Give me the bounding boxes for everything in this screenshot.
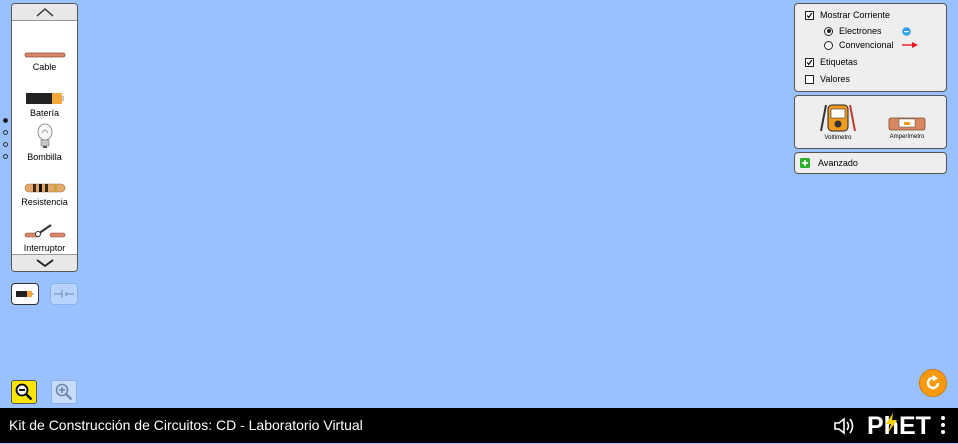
voltmeter-tool[interactable]: Voltímetro: [813, 101, 863, 141]
carousel-down-button[interactable]: [12, 254, 77, 271]
values-row[interactable]: Valores: [805, 74, 850, 84]
page-dot[interactable]: [3, 118, 8, 123]
labels-checkbox[interactable]: [805, 57, 814, 67]
speaker-icon: [834, 417, 854, 435]
sound-toggle-button[interactable]: [833, 417, 857, 440]
sim-title: Kit de Construcción de Circuitos: CD - L…: [9, 417, 363, 433]
labels-row[interactable]: Etiquetas: [805, 57, 858, 67]
electron-icon: [901, 26, 911, 36]
lightbulb-icon: [37, 123, 52, 148]
wire-icon: [24, 52, 65, 58]
show-current-row[interactable]: Mostrar Corriente: [805, 10, 890, 20]
switch-icon: [24, 224, 65, 238]
lifelike-view-button[interactable]: [11, 283, 39, 305]
advanced-panel[interactable]: Avanzado: [794, 152, 947, 174]
schematic-battery-icon: [54, 290, 74, 298]
phet-menu-button[interactable]: [938, 416, 948, 437]
menu-dot: [941, 423, 945, 427]
carousel-up-button[interactable]: [12, 4, 77, 21]
show-current-checkbox[interactable]: [805, 10, 814, 20]
page-dot[interactable]: [3, 154, 8, 159]
component-carousel: Cable Batería Bombilla Resistencia Inter…: [11, 3, 78, 272]
phet-logo-icon: PhET: [867, 412, 931, 440]
conventional-label: Convencional: [839, 40, 894, 50]
resistor-icon: [24, 183, 65, 193]
values-checkbox[interactable]: [805, 74, 814, 84]
ammeter-label: Amperímetro: [889, 134, 925, 140]
ammeter-icon: [888, 117, 926, 131]
red-arrow-icon: [901, 42, 918, 48]
schematic-view-button[interactable]: [50, 283, 78, 305]
sensor-tools-panel: Voltímetro Amperímetro: [794, 95, 947, 149]
battery-icon: [16, 291, 34, 297]
electrons-radio[interactable]: [824, 26, 833, 36]
zoom-in-icon: [55, 383, 73, 401]
phet-logo-button[interactable]: PhET: [866, 411, 934, 444]
voltmeter-icon: [820, 104, 856, 132]
zoom-out-button[interactable]: [11, 380, 37, 404]
carousel-item-switch[interactable]: Interruptor: [12, 209, 77, 253]
advanced-toggle[interactable]: Avanzado: [800, 158, 858, 168]
carousel-item-battery[interactable]: Batería: [12, 74, 77, 118]
chevron-down-icon: [35, 259, 54, 268]
checkmark-icon: [806, 12, 813, 18]
display-options-panel: Mostrar Corriente Electrones Convenciona…: [794, 3, 947, 92]
electrons-label: Electrones: [839, 26, 882, 36]
carousel-item-label: Batería: [29, 108, 60, 118]
svg-text:PhET: PhET: [867, 412, 931, 439]
carousel-item-label: Cable: [32, 62, 57, 72]
show-current-label: Mostrar Corriente: [820, 10, 891, 20]
menu-dot: [941, 416, 945, 420]
carousel-item-label: Interruptor: [23, 243, 66, 253]
reset-all-button[interactable]: [919, 369, 947, 397]
zoom-in-button[interactable]: [51, 380, 77, 404]
page-dot[interactable]: [3, 142, 8, 147]
chevron-up-icon: [36, 8, 53, 17]
zoom-out-icon: [15, 383, 33, 401]
battery-icon: [25, 93, 64, 104]
page-dot[interactable]: [3, 130, 8, 135]
conventional-radio[interactable]: [824, 40, 833, 50]
carousel-item-resistor[interactable]: Resistencia: [12, 163, 77, 207]
conventional-option[interactable]: Convencional: [824, 40, 918, 50]
carousel-item-lightbulb[interactable]: Bombilla: [12, 118, 77, 162]
values-label: Valores: [820, 74, 850, 84]
labels-label: Etiquetas: [820, 57, 858, 67]
carousel-page-indicator: [3, 118, 8, 166]
carousel-item-label: Resistencia: [21, 197, 68, 207]
reset-icon: [926, 375, 940, 390]
expand-plus-icon[interactable]: [800, 158, 810, 168]
ammeter-tool[interactable]: Amperímetro: [888, 116, 926, 140]
checkmark-icon: [806, 59, 813, 65]
carousel-item-label: Bombilla: [27, 152, 62, 162]
electrons-option[interactable]: Electrones: [824, 26, 911, 36]
voltmeter-label: Voltímetro: [824, 135, 852, 141]
menu-dot: [941, 430, 945, 434]
navigation-bar: Kit de Construcción de Circuitos: CD - L…: [0, 408, 958, 443]
carousel-item-wire[interactable]: Cable: [12, 28, 77, 72]
advanced-label: Avanzado: [818, 158, 858, 168]
